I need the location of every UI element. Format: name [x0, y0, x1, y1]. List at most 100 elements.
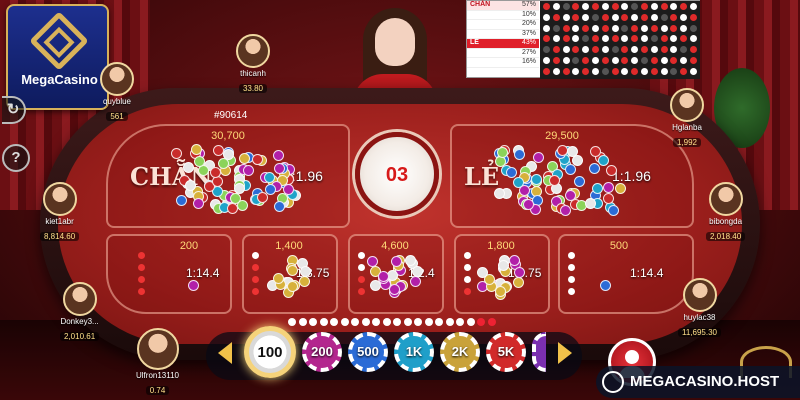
chip-more-partial[interactable] [532, 332, 546, 372]
zone-1-amount: 200 [179, 240, 199, 252]
bet-chip [263, 171, 275, 183]
bet-zone-chan[interactable]: 30,700 CHẴN 1:1.96 [106, 124, 350, 228]
history-cell [572, 67, 580, 75]
history-stats: CHẴN 57% 10% 20% 37% LẺ 43% 27% 16% [467, 1, 539, 79]
progress-dot [435, 318, 443, 326]
history-cell [631, 24, 639, 32]
history-cell [611, 3, 619, 10]
chip-next-arrow-icon[interactable] [558, 342, 572, 364]
zone-5-odds: 1:14.4 [630, 266, 664, 280]
player-seat[interactable]: quyblue 561 [100, 62, 134, 124]
history-cell [690, 3, 697, 10]
bet-chip [493, 187, 505, 199]
history-cell [543, 13, 550, 21]
progress-dot [298, 318, 307, 326]
bet-zone-le[interactable]: 29,500 LẺ 1:1.96 [450, 124, 694, 228]
bet-chip [273, 150, 285, 162]
history-cell [680, 57, 688, 64]
history-cell [621, 46, 629, 54]
progress-dot [319, 318, 328, 326]
le-amount: 29,500 [545, 130, 579, 142]
history-cell [650, 46, 658, 54]
history-cell [690, 13, 697, 21]
history-cell [611, 13, 619, 21]
history-cell [592, 46, 599, 54]
player-name: Hglanba [672, 123, 702, 132]
bet-chip [183, 161, 195, 173]
history-row: 20% [467, 20, 539, 30]
bet-zone-4-red[interactable]: 200 1:14.4 [106, 234, 232, 314]
player-balance: 1,992 [672, 138, 702, 147]
history-cell [660, 67, 668, 75]
progress-dot [393, 318, 401, 326]
player-seat[interactable]: huylac38 11,695.30 [678, 278, 721, 340]
history-cell [621, 67, 629, 75]
bet-zone-2-red-2-white[interactable]: 4,600 1:2.4 [348, 234, 444, 314]
chip-200[interactable]: 200 [302, 332, 342, 372]
bet-chip [234, 182, 246, 194]
chip-prev-arrow-icon[interactable] [218, 342, 232, 364]
player-balance: 33.80 [238, 84, 268, 93]
chip-100[interactable]: 100 [244, 326, 296, 378]
player-seat-self[interactable]: Ulfron13110 0.74 [136, 328, 179, 398]
history-cell [641, 3, 648, 10]
bet-chip [230, 192, 242, 204]
history-cell [552, 13, 560, 21]
avatar [708, 182, 743, 216]
bet-chip [287, 280, 299, 292]
history-cell [660, 13, 668, 21]
bet-zone-4-white[interactable]: 500 1:14.4 [558, 234, 694, 314]
history-cell [611, 67, 619, 75]
globe-icon [602, 371, 624, 393]
timer-value: 03 [385, 164, 409, 186]
bet-chip [574, 175, 586, 187]
history-cell [601, 35, 609, 43]
history-cell [631, 3, 639, 10]
history-cell [631, 35, 639, 43]
history-cell [543, 46, 550, 54]
history-cell [650, 3, 658, 10]
bet-chip [243, 164, 255, 176]
history-cell [572, 46, 580, 54]
chip-5k[interactable]: 5K [486, 332, 526, 372]
player-seat[interactable]: Donkey3... 2,010.61 [60, 282, 100, 344]
chip-2k[interactable]: 2K [440, 332, 480, 372]
help-icon[interactable]: ? [2, 144, 30, 172]
progress-dot [372, 318, 380, 326]
chip-1k[interactable]: 1K [394, 332, 434, 372]
history-cell [690, 24, 697, 32]
player-seat[interactable]: Hglanba 1,992 [670, 88, 704, 150]
history-cell [621, 3, 629, 10]
avatar [682, 278, 717, 312]
history-cell [670, 3, 678, 10]
bet-chip [192, 198, 204, 210]
history-cell [601, 24, 609, 32]
history-row: 27% [467, 49, 539, 58]
history-cell [641, 13, 648, 21]
bet-chip [615, 182, 627, 194]
history-cell [582, 57, 590, 64]
history-cell [660, 57, 668, 64]
history-cell [582, 35, 590, 43]
bet-chip [592, 183, 604, 195]
history-cell [543, 57, 550, 64]
player-seat[interactable]: bibongda 2,018.40 [706, 182, 746, 244]
history-cell [670, 46, 678, 54]
progress-dot [445, 318, 454, 326]
bet-chip [299, 275, 311, 287]
bet-zone-3-red-1-white[interactable]: 1,400 1:3.75 [242, 234, 338, 314]
bet-chip [530, 173, 542, 185]
history-cell [621, 13, 629, 21]
watermark-text: MEGACASINO.HOST [630, 373, 780, 390]
history-cell [680, 3, 688, 10]
bet-zone-1-red-3-white[interactable]: 1,800 1:3.75 [454, 234, 550, 314]
player-seat[interactable]: kiet1abr 8,814.60 [40, 182, 80, 244]
history-cell [631, 57, 639, 64]
history-cell [621, 35, 629, 43]
history-cell [621, 57, 629, 64]
chip-500[interactable]: 500 [348, 332, 388, 372]
bet-chip [377, 270, 389, 282]
bet-chip [505, 166, 517, 178]
player-seat[interactable]: thicanh 33.80 [236, 34, 270, 96]
player-balance: 11,695.30 [678, 328, 721, 337]
